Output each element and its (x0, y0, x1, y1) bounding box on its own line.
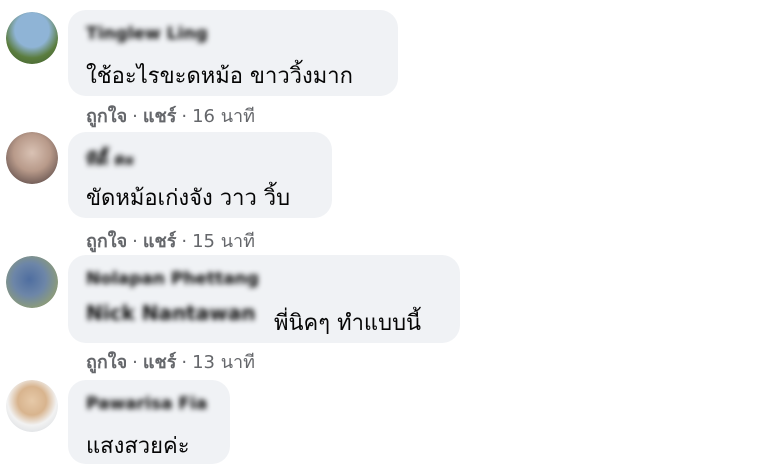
avatar[interactable] (6, 132, 58, 184)
separator: · (132, 352, 138, 373)
comment-text: ใช้อะไรขะดหม้อ ขาววิ้งมาก (86, 64, 353, 89)
avatar[interactable] (6, 12, 58, 64)
comment-bubble: ทีดี้ คะ ขัดหม้อเก่งจัง วาว วิ้บ (68, 132, 332, 218)
comment-text: แสงสวยค่ะ (86, 434, 190, 459)
comment-bubble: Nolapan Phettang Nick Nantawan พี่นิคๆ ท… (68, 255, 460, 343)
separator: · (181, 352, 188, 373)
share-link[interactable]: แชร์ (143, 352, 177, 373)
comment: Tinglew Ling ใช้อะไรขะดหม้อ ขาววิ้งมาก ถ… (0, 0, 760, 127)
comment-bubble: Pawarisa Fia แสงสวยค่ะ (68, 380, 230, 464)
comment-bubble: Tinglew Ling ใช้อะไรขะดหม้อ ขาววิ้งมาก (68, 10, 398, 96)
comment-author[interactable]: Nolapan Phettang (86, 269, 259, 289)
avatar[interactable] (6, 256, 58, 308)
comment-text: พี่นิคๆ ทำแบบนี้ (274, 311, 422, 336)
like-link[interactable]: ถูกใจ (86, 352, 127, 373)
avatar[interactable] (6, 380, 58, 432)
comment-actions: ถูกใจ · แชร์ · 13 นาที (86, 347, 255, 376)
comment-author[interactable]: Tinglew Ling (86, 24, 208, 44)
comment-timestamp[interactable]: 13 นาที (192, 352, 255, 373)
comment-text: ขัดหม้อเก่งจัง วาว วิ้บ (86, 186, 291, 211)
comment: Pawarisa Fia แสงสวยค่ะ (0, 376, 760, 464)
comment: ทีดี้ คะ ขัดหม้อเก่งจัง วาว วิ้บ ถูกใจ · แ… (0, 124, 760, 252)
tagged-user[interactable]: Nick Nantawan (86, 301, 255, 325)
comment-author[interactable]: ทีดี้ คะ (86, 146, 135, 173)
comment-author[interactable]: Pawarisa Fia (86, 394, 207, 414)
comment: Nolapan Phettang Nick Nantawan พี่นิคๆ ท… (0, 248, 760, 376)
